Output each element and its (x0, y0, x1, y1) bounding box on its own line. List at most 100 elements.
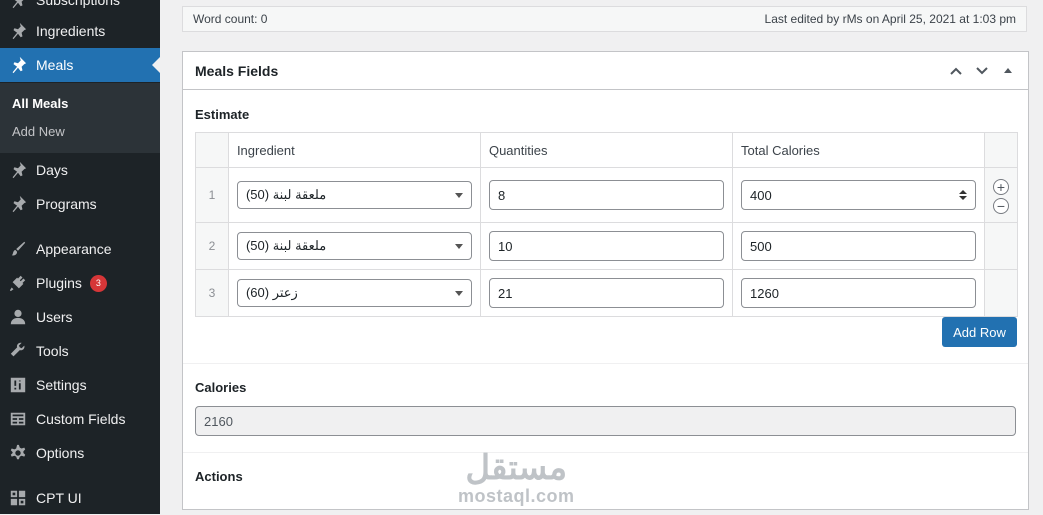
sidebar-item-label: Plugins (36, 275, 82, 291)
sidebar-item-users[interactable]: Users (0, 300, 160, 334)
table-row: 2 ملعقة لبنة (50) 10 500 (195, 222, 1019, 270)
submenu-all-meals[interactable]: All Meals (12, 96, 68, 111)
sidebar-item-custom-fields[interactable]: Custom Fields (0, 402, 160, 436)
sidebar-item-settings[interactable]: Settings (0, 368, 160, 402)
meals-submenu: All Meals Add New (0, 83, 160, 153)
sidebar-item-label: Settings (36, 377, 87, 393)
sidebar-item-label: Subscriptions (36, 0, 121, 8)
move-down-button[interactable] (974, 63, 990, 79)
gear-icon (8, 443, 28, 463)
quantity-value: 21 (497, 285, 513, 301)
chevron-down-icon (454, 243, 463, 249)
watermark-arabic-text: مستقل (465, 449, 568, 487)
quantity-value: 8 (497, 187, 506, 203)
column-header: Total Calories (732, 132, 985, 168)
submenu-add-new[interactable]: Add New (12, 124, 65, 139)
user-icon (8, 307, 28, 327)
mostaql-watermark: مستقل mostaql.com (458, 450, 575, 507)
add-row-button[interactable]: Add Row (942, 317, 1017, 347)
sidebar-item-label: Days (36, 162, 68, 178)
pin-icon (8, 55, 28, 75)
row-number[interactable]: 1 (195, 167, 229, 223)
sidebar-item-label: Options (36, 445, 85, 461)
sidebar-item-label: Ingredients (36, 23, 106, 39)
sidebar-item-label: Meals (36, 57, 74, 73)
plugins-update-badge: 3 (89, 274, 107, 292)
pin-icon (8, 160, 28, 180)
calories-value: 400 (750, 187, 772, 203)
calories-label: Calories (195, 380, 247, 395)
sidebar-item-label: CPT UI (36, 490, 82, 506)
calories-value: 1260 (750, 285, 779, 301)
estimate-repeater-table: Ingredient Quantities Total Calories 1 م… (195, 132, 1019, 317)
total-calories-input[interactable]: 1260 (741, 278, 976, 308)
row-number[interactable]: 2 (195, 222, 229, 270)
table-header-row: Ingredient Quantities Total Calories (195, 132, 1019, 168)
sidebar-item-ingredients[interactable]: Ingredients (0, 14, 160, 48)
metabox-title: Meals Fields (195, 62, 279, 79)
word-count: Word count: 0 (193, 12, 268, 26)
sidebar-item-label: Appearance (36, 241, 112, 257)
ingredient-select[interactable]: ملعقة لبنة (50) (236, 181, 472, 209)
sidebar-item-programs[interactable]: Programs (0, 187, 160, 221)
estimate-label: Estimate (195, 107, 250, 122)
quantity-input[interactable]: 10 (488, 231, 724, 261)
quantity-input[interactable]: 21 (488, 278, 724, 308)
sidebar-item-appearance[interactable]: Appearance (0, 232, 160, 266)
total-calories-input[interactable]: 500 (741, 231, 976, 261)
pin-icon (8, 21, 28, 41)
ingredient-value: زعتر (60) (245, 285, 298, 300)
sidebar-item-options[interactable]: Options (0, 436, 160, 470)
field-divider (183, 363, 1028, 364)
ingredient-value: ملعقة لبنة (50) (245, 238, 327, 253)
table-icon (8, 409, 28, 429)
ingredient-select[interactable]: زعتر (60) (236, 279, 472, 307)
table-row: 3 زعتر (60) 21 1260 (195, 269, 1019, 317)
pin-icon (8, 194, 28, 214)
sidebar-item-days[interactable]: Days (0, 153, 160, 187)
actions-label: Actions (195, 469, 243, 484)
table-row: 1 ملعقة لبنة (50) 8 400 + − (195, 167, 1019, 223)
ingredient-value: ملعقة لبنة (50) (245, 187, 327, 202)
move-up-button[interactable] (948, 63, 964, 79)
wrench-icon (8, 341, 28, 361)
calories-value: 500 (750, 238, 772, 254)
sidebar-item-label: Custom Fields (36, 411, 126, 427)
last-edited: Last edited by rMs on April 25, 2021 at … (764, 12, 1016, 26)
number-spinner[interactable] (958, 190, 967, 200)
brush-icon (8, 239, 28, 259)
metabox-header: Meals Fields (183, 52, 1028, 90)
calories-total-value: 2160 (204, 413, 233, 429)
chevron-down-icon (454, 192, 463, 198)
ingredient-select[interactable]: ملعقة لبنة (50) (236, 232, 472, 260)
plug-icon (8, 273, 28, 293)
row-number-header (195, 132, 229, 168)
quantity-value: 10 (497, 238, 513, 254)
row-number[interactable]: 3 (195, 269, 229, 317)
sidebar-item-tools[interactable]: Tools (0, 334, 160, 368)
column-header: Ingredient (227, 132, 481, 168)
chevron-down-icon (454, 290, 463, 296)
pin-icon (8, 0, 28, 10)
quantity-input[interactable]: 8 (488, 180, 724, 210)
admin-sidebar: Subscriptions Ingredients Meals All Meal… (0, 0, 160, 514)
column-header: Quantities (479, 132, 734, 168)
sidebar-item-cpt-ui[interactable]: CPT UI (0, 481, 160, 515)
grid-icon (8, 488, 28, 508)
meals-fields-metabox: Meals Fields Estimate Ingredient Quantit… (182, 51, 1029, 510)
sidebar-item-label: Users (36, 309, 73, 325)
watermark-latin-text: mostaql.com (458, 486, 575, 506)
remove-row-minus-icon[interactable]: − (992, 198, 1009, 214)
sidebar-item-plugins[interactable]: Plugins 3 (0, 266, 160, 300)
row-controls-header (983, 132, 1019, 168)
sidebar-item-label: Programs (36, 196, 97, 212)
editor-status-bar: Word count: 0 Last edited by rMs on Apri… (182, 6, 1027, 32)
calories-total-field[interactable]: 2160 (195, 406, 1016, 436)
total-calories-input[interactable]: 400 (741, 180, 976, 210)
collapse-toggle-button[interactable] (1000, 63, 1016, 79)
sidebar-item-label: Tools (36, 343, 69, 359)
add-row-plus-icon[interactable]: + (992, 179, 1009, 195)
sidebar-item-meals[interactable]: Meals (0, 48, 160, 82)
field-divider (183, 452, 1028, 453)
sliders-icon (8, 375, 28, 395)
